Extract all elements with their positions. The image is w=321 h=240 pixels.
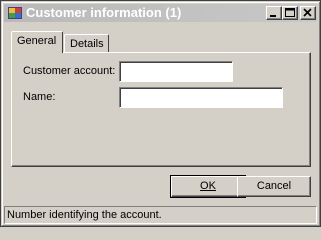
dialog-window: Customer information (1) General Details… [0,0,321,227]
close-button[interactable] [300,6,316,20]
name-label: Name: [23,91,56,103]
minimize-button[interactable] [266,6,282,20]
cancel-button[interactable]: Cancel [237,176,311,197]
app-icon[interactable] [7,5,23,21]
customer-account-label: Customer account: [23,65,116,77]
title-bar[interactable]: Customer information (1) [4,4,317,22]
maximize-button[interactable] [282,6,298,20]
tab-general[interactable]: General [11,31,63,53]
window-title: Customer information (1) [26,5,182,20]
ok-button[interactable]: OK [170,175,246,198]
customer-account-field[interactable] [119,61,233,82]
ok-button-label: OK [200,180,216,192]
close-icon [303,8,312,17]
name-field[interactable] [119,87,283,108]
status-bar: Number identifying the account. [4,206,317,224]
minimize-icon [270,15,276,17]
maximize-icon [285,8,295,17]
tab-details[interactable]: Details [64,34,109,54]
